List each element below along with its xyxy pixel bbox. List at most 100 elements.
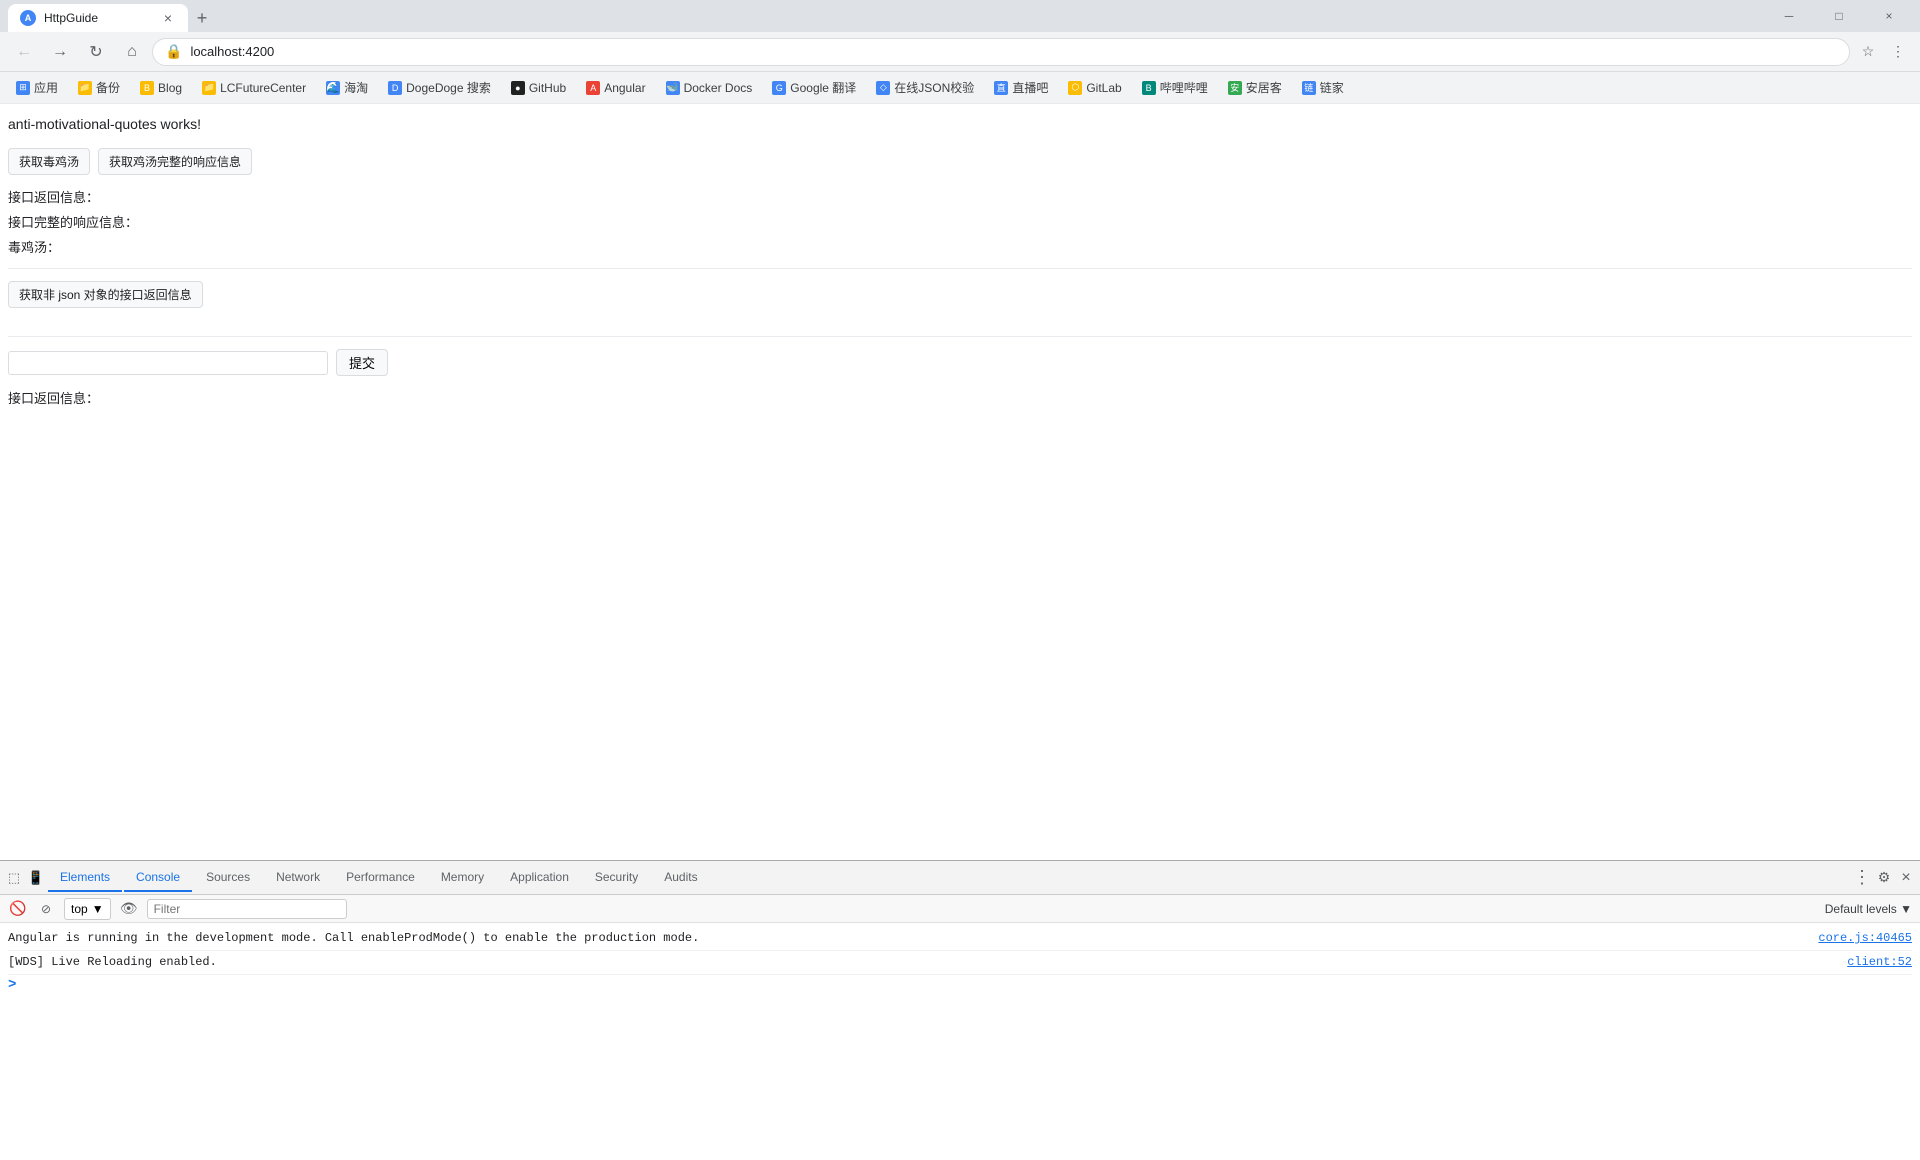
get-chicken-soup-button[interactable]: 获取毒鸡汤 xyxy=(8,148,90,175)
devtools-cursor-button[interactable]: ⬚ xyxy=(4,868,24,888)
bookmark-label: 在线JSON校验 xyxy=(894,79,974,96)
get-full-response-button[interactable]: 获取鸡汤完整的响应信息 xyxy=(98,148,252,175)
devtools-tab-sources[interactable]: Sources xyxy=(194,864,262,892)
submit-button[interactable]: 提交 xyxy=(336,349,388,376)
context-select-value: top xyxy=(71,902,88,916)
devtools-mobile-button[interactable]: 📱 xyxy=(26,868,46,888)
angular-favicon: A xyxy=(586,81,600,95)
bookmark-label: GitHub xyxy=(529,81,566,95)
menu-button[interactable]: ⋮ xyxy=(1884,38,1912,66)
haitao-favicon: 🌊 xyxy=(326,81,340,95)
lianjia-favicon: 链 xyxy=(1302,81,1316,95)
filter-toggle-button[interactable]: ⊘ xyxy=(36,899,56,919)
tab-close-button[interactable]: × xyxy=(160,10,176,26)
tab-title: HttpGuide xyxy=(44,11,152,25)
bookmark-anjuke[interactable]: 安 安居客 xyxy=(1220,76,1290,100)
page-content: anti-motivational-quotes works! 获取毒鸡汤 获取… xyxy=(0,104,1920,860)
bookmark-github[interactable]: ● GitHub xyxy=(503,76,574,100)
bookmark-label: GitLab xyxy=(1086,81,1121,95)
get-non-json-button[interactable]: 获取非 json 对象的接口返回信息 xyxy=(8,281,203,308)
bookmark-backup[interactable]: 📁 备份 xyxy=(70,76,128,100)
devtools-tab-application[interactable]: Application xyxy=(498,864,581,892)
bookmark-label: 哔哩哔哩 xyxy=(1160,79,1208,96)
forward-button[interactable]: → xyxy=(44,36,76,68)
bookmark-zhibo[interactable]: 直 直播吧 xyxy=(986,76,1056,100)
bookmark-label: 海淘 xyxy=(344,79,368,96)
tab-bar: A HttpGuide × + xyxy=(8,0,1758,32)
devtools-tab-elements[interactable]: Elements xyxy=(48,864,122,892)
zhibo-favicon: 直 xyxy=(994,81,1008,95)
blog-favicon: B xyxy=(140,81,154,95)
log-levels-dropdown[interactable]: Default levels ▼ xyxy=(1825,902,1912,916)
bookmark-label: 安居客 xyxy=(1246,79,1282,96)
bookmark-lianjia[interactable]: 链 链家 xyxy=(1294,76,1352,100)
maximize-button[interactable]: □ xyxy=(1816,0,1862,32)
bookmark-apps[interactable]: ⊞ 应用 xyxy=(8,76,66,100)
new-tab-button[interactable]: + xyxy=(188,4,216,32)
devtools-tab-console[interactable]: Console xyxy=(124,864,192,892)
home-button[interactable]: ⌂ xyxy=(116,36,148,68)
json-favicon: ◇ xyxy=(876,81,890,95)
console-prompt[interactable]: > xyxy=(8,975,1912,995)
anjuke-favicon: 安 xyxy=(1228,81,1242,95)
backup-favicon: 📁 xyxy=(78,81,92,95)
devtools-tab-performance[interactable]: Performance xyxy=(334,864,427,892)
tab-favicon: A xyxy=(20,10,36,26)
devtools-close-button[interactable]: × xyxy=(1896,868,1916,888)
bookmark-angular[interactable]: A Angular xyxy=(578,76,653,100)
address-bar[interactable]: 🔒 localhost:4200 xyxy=(152,38,1850,66)
devtools-tab-network[interactable]: Network xyxy=(264,864,332,892)
back-button[interactable]: ← xyxy=(8,36,40,68)
bookmark-blog[interactable]: B Blog xyxy=(132,76,190,100)
bookmark-label: Google 翻译 xyxy=(790,79,856,96)
bookmark-docker[interactable]: 🐋 Docker Docs xyxy=(658,76,761,100)
bookmark-haitao[interactable]: 🌊 海淘 xyxy=(318,76,376,100)
devtools-settings-button[interactable]: ⚙ xyxy=(1874,868,1894,888)
context-select[interactable]: top ▼ xyxy=(64,898,111,920)
bookmark-gitlab[interactable]: ⬡ GitLab xyxy=(1060,76,1129,100)
devtools-tab-security[interactable]: Security xyxy=(583,864,650,892)
bilibili-favicon: B xyxy=(1142,81,1156,95)
lock-icon: 🔒 xyxy=(165,43,182,60)
minimize-button[interactable]: ─ xyxy=(1766,0,1812,32)
bookmark-googletranslate[interactable]: G Google 翻译 xyxy=(764,76,864,100)
lcfuture-favicon: 📁 xyxy=(202,81,216,95)
page-title: anti-motivational-quotes works! xyxy=(8,116,1912,132)
bookmark-lcfuture[interactable]: 📁 LCFutureCenter xyxy=(194,76,314,100)
console-source-2[interactable]: client:52 xyxy=(1847,953,1912,972)
devtools-more-button[interactable]: ⋮ xyxy=(1852,868,1872,888)
return-info-label-2: 接口返回信息： xyxy=(8,388,1912,407)
bookmark-bilibili[interactable]: B 哔哩哔哩 xyxy=(1134,76,1216,100)
bookmark-label: DogeDoge 搜索 xyxy=(406,79,491,96)
close-window-button[interactable]: × xyxy=(1866,0,1912,32)
devtools-tab-audits[interactable]: Audits xyxy=(652,864,709,892)
navigation-bar: ← → ↻ ⌂ 🔒 localhost:4200 ☆ ⋮ xyxy=(0,32,1920,72)
input-row: 提交 xyxy=(8,349,1912,376)
show-live-expressions-button[interactable]: 👁 xyxy=(119,899,139,919)
devtools-console-content: Angular is running in the development mo… xyxy=(0,923,1920,1160)
text-input-field[interactable] xyxy=(8,351,328,375)
full-response-label: 接口完整的响应信息： xyxy=(8,212,1912,231)
browser-tab[interactable]: A HttpGuide × xyxy=(8,4,188,32)
bookmark-jsonvalidate[interactable]: ◇ 在线JSON校验 xyxy=(868,76,982,100)
log-levels-text: Default levels ▼ xyxy=(1825,902,1912,916)
console-source-1[interactable]: core.js:40465 xyxy=(1818,929,1912,948)
bookmark-dogedoge[interactable]: D DogeDoge 搜索 xyxy=(380,76,499,100)
console-filter-input[interactable] xyxy=(147,899,347,919)
console-message-2: [WDS] Live Reloading enabled. xyxy=(8,953,217,972)
clear-console-button[interactable]: 🚫 xyxy=(8,899,28,919)
browser-window: A HttpGuide × + ─ □ × ← → ↻ ⌂ 🔒 localhos… xyxy=(0,0,1920,1160)
refresh-button[interactable]: ↻ xyxy=(80,36,112,68)
section-divider-1 xyxy=(8,268,1912,269)
bookmark-label: LCFutureCenter xyxy=(220,81,306,95)
console-line-2: [WDS] Live Reloading enabled. client:52 xyxy=(8,951,1912,975)
translate-favicon: G xyxy=(772,81,786,95)
url-text: localhost:4200 xyxy=(190,44,1837,59)
star-button[interactable]: ☆ xyxy=(1854,38,1882,66)
bookmark-label: 链家 xyxy=(1320,79,1344,96)
devtools-tab-memory[interactable]: Memory xyxy=(429,864,496,892)
browser-content: anti-motivational-quotes works! 获取毒鸡汤 获取… xyxy=(0,104,1920,1160)
chicken-soup-label: 毒鸡汤： xyxy=(8,237,1912,256)
console-line-1: Angular is running in the development mo… xyxy=(8,927,1912,951)
top-button-group: 获取毒鸡汤 获取鸡汤完整的响应信息 xyxy=(8,148,1912,175)
